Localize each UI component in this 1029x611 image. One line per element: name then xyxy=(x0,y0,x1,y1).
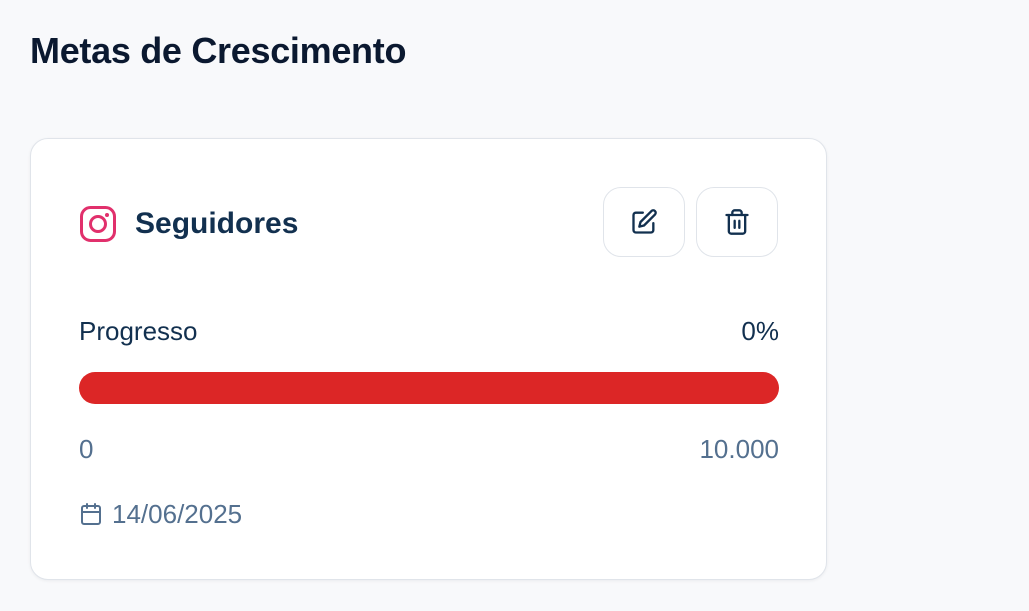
progress-label: Progresso xyxy=(79,316,198,346)
progress-row: Progresso 0% xyxy=(79,314,779,348)
goals-page: Metas de Crescimento Seguidores Progress… xyxy=(0,0,1029,611)
calendar-icon xyxy=(81,503,101,525)
goal-title: Seguidores xyxy=(135,207,299,240)
range-target-value: 10.000 xyxy=(699,434,779,464)
goal-range: 0 10.000 xyxy=(79,432,779,466)
goal-card-header: Seguidores xyxy=(79,187,779,259)
goal-card: Seguidores Progresso 0% 0 10.000 14/06/2… xyxy=(30,138,827,580)
instagram-icon xyxy=(80,206,116,242)
range-current-value: 0 xyxy=(79,434,94,464)
deadline-date: 14/06/2025 xyxy=(112,499,243,529)
progress-percentage: 0% xyxy=(741,316,779,346)
edit-goal-button[interactable] xyxy=(603,187,685,257)
progress-bar xyxy=(79,372,779,404)
edit-icon xyxy=(632,209,657,234)
delete-goal-button[interactable] xyxy=(696,187,778,257)
trash-icon xyxy=(725,209,749,235)
page-title: Metas de Crescimento xyxy=(30,30,407,71)
